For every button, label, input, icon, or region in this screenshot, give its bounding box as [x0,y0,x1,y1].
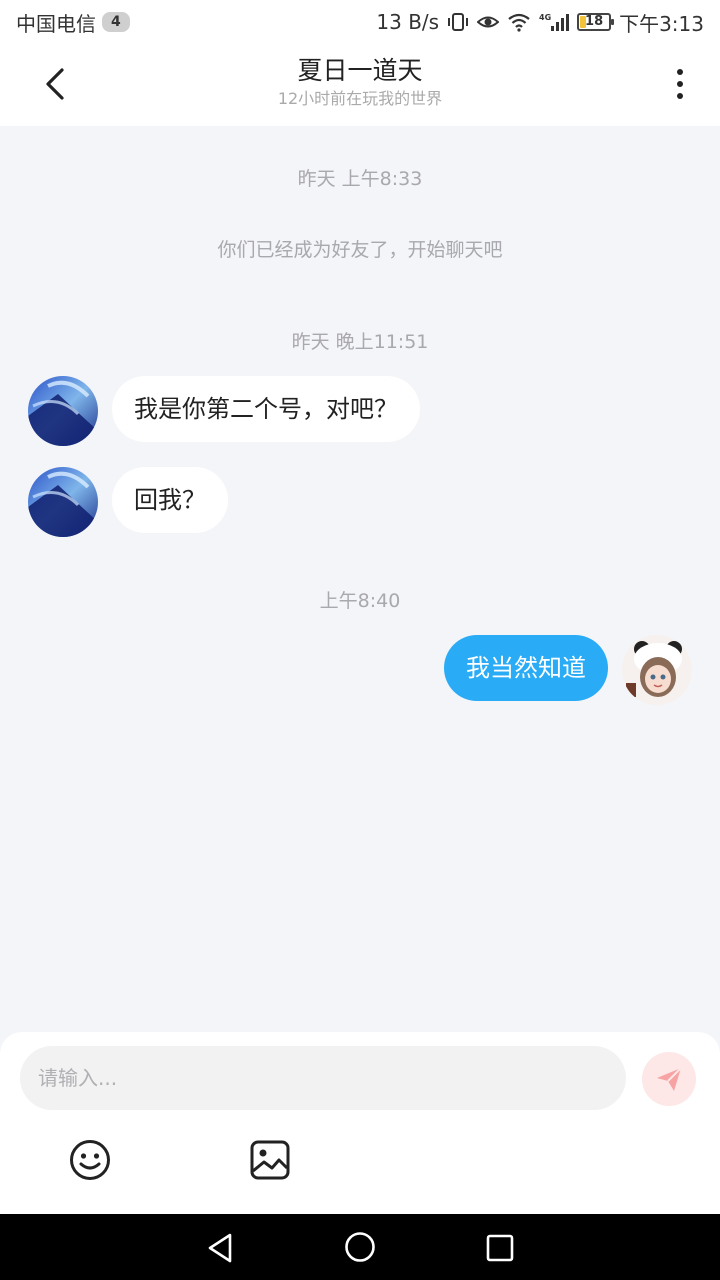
page-subtitle: 12小时前在玩我的世界 [277,89,443,108]
vibrate-icon [447,12,469,32]
title-block: 夏日一道天 12小时前在玩我的世界 [160,54,560,110]
chat-header: 夏日一道天 12小时前在玩我的世界 [0,44,720,126]
composer-panel [0,1032,720,1214]
system-message: 你们已经成为好友了，开始聊天吧 [217,239,503,261]
send-button[interactable] [642,1052,696,1106]
carrier-info: 中国电信 4 [16,8,130,37]
triangle-back-icon [208,1233,232,1263]
contact-avatar[interactable] [28,467,98,537]
message-bubble-outgoing[interactable]: 我当然知道 [444,635,608,701]
timestamp: 昨天 晚上11:51 [291,331,429,353]
network-speed: 13 B/s [376,10,440,34]
wifi-icon [507,12,531,32]
image-icon [250,1140,290,1180]
battery-icon: 18 [577,13,615,31]
more-button[interactable] [662,66,698,102]
back-button[interactable] [32,64,78,104]
contact-avatar[interactable] [28,376,98,446]
paper-plane-icon [657,1067,682,1091]
message-bubble-incoming[interactable]: 我是你第二个号，对吧？ [112,376,420,442]
sim-badge: 4 [102,12,130,32]
circle-home-icon [345,1232,375,1262]
carrier-name: 中国电信 [16,11,96,36]
timestamp: 昨天 上午8:33 [297,168,423,190]
emoji-button[interactable] [68,1138,112,1182]
nav-recents-button[interactable] [483,1231,517,1265]
message-bubble-incoming[interactable]: 回我？ [112,467,228,533]
page-title: 夏日一道天 [297,56,423,85]
message-input[interactable] [20,1046,626,1110]
signal-4g-icon: 4G [539,12,570,32]
chevron-left-icon [46,68,64,100]
eye-icon [477,12,500,32]
more-vertical-icon [677,69,683,75]
smiley-icon [70,1140,110,1180]
svg-text:4G: 4G [539,13,551,22]
nav-home-button[interactable] [343,1230,377,1264]
timestamp: 上午8:40 [319,590,401,612]
clock: 下午3:13 [619,11,704,36]
status-indicators: 13 B/s 4G 18 下午3:13 [376,8,704,37]
status-bar: 中国电信 4 13 B/s 4G 18 下午3:13 [0,0,720,44]
image-button[interactable] [248,1138,292,1182]
user-avatar[interactable] [622,635,692,705]
nav-back-button[interactable] [204,1231,238,1265]
system-navigation-bar [0,1214,720,1280]
battery-level: 18 [585,14,604,29]
square-recents-icon [486,1234,514,1262]
